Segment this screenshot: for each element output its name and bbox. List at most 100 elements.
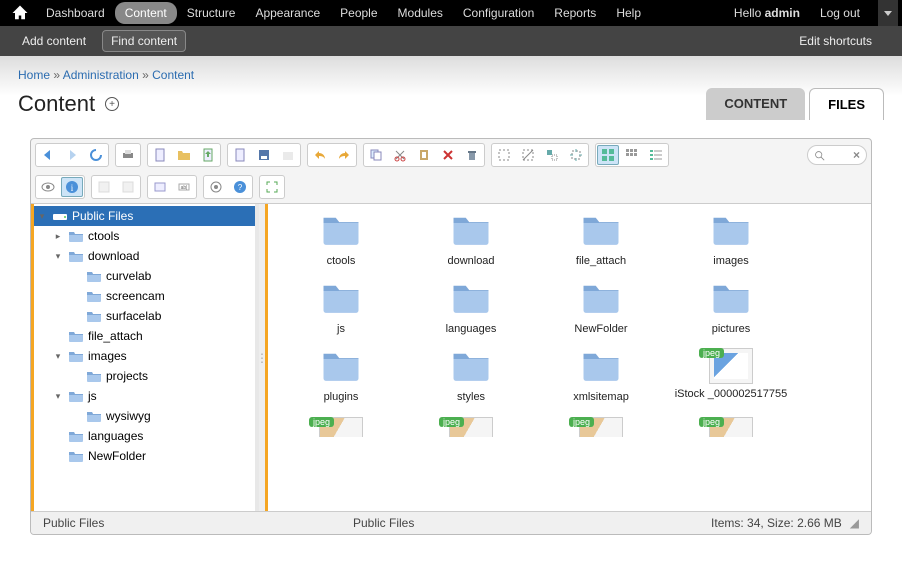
search-input[interactable] [825,149,853,161]
tab-files[interactable]: FILES [809,88,884,120]
grid-file[interactable]: jpegiStock _000002517755 [666,348,796,404]
tab-content[interactable]: CONTENT [706,88,805,120]
breadcrumb-content[interactable]: Content [152,68,194,82]
grid-folder[interactable]: styles [406,348,536,404]
folder-icon [450,280,492,316]
undo-button[interactable] [309,145,331,165]
add-content-link[interactable]: Add content [14,31,94,51]
grid-file[interactable]: jpeg [406,417,536,437]
invert-selection-button[interactable] [541,145,563,165]
menu-dashboard[interactable]: Dashboard [36,2,115,24]
grid-folder[interactable]: ctools [276,212,406,268]
menu-reports[interactable]: Reports [544,2,606,24]
fullscreen-button[interactable] [261,177,283,197]
preview-button[interactable] [37,177,59,197]
menu-content[interactable]: Content [115,2,177,24]
tree-item[interactable]: languages [34,426,255,446]
copy-button[interactable] [365,145,387,165]
tree-item[interactable]: projects [34,366,255,386]
expand-selection-button[interactable] [565,145,587,165]
archive-button[interactable] [277,145,299,165]
menu-help[interactable]: Help [606,2,651,24]
grid-folder[interactable]: plugins [276,348,406,404]
redo-button[interactable] [333,145,355,165]
grid-folder[interactable]: download [406,212,536,268]
image-edit-button[interactable] [93,177,115,197]
save-button[interactable] [253,145,275,165]
open-button[interactable] [229,145,251,165]
grid-folder[interactable]: languages [406,280,536,336]
select-all-button[interactable] [493,145,515,165]
grid-folder[interactable]: file_attach [536,212,666,268]
new-folder-button[interactable] [173,145,195,165]
breadcrumb-admin[interactable]: Administration [63,68,139,82]
view-large-icons-button[interactable] [597,145,619,165]
rename-button[interactable]: ab| [173,177,195,197]
grid-file[interactable]: jpeg [276,417,406,437]
tree-item[interactable]: ▾js [34,386,255,406]
grid-folder[interactable]: pictures [666,280,796,336]
shortcuts-toggle-icon[interactable] [878,0,898,26]
menu-configuration[interactable]: Configuration [453,2,544,24]
settings-button[interactable] [205,177,227,197]
tree-item[interactable]: wysiwyg [34,406,255,426]
tree-item[interactable]: ▾images [34,346,255,366]
menu-structure[interactable]: Structure [177,2,246,24]
upload-button[interactable] [197,145,219,165]
filetype-badge: jpeg [699,417,724,427]
properties-button[interactable] [149,177,171,197]
toggle-icon[interactable]: ▾ [52,391,64,402]
tree-label: curvelab [106,269,151,283]
grid-folder[interactable]: js [276,280,406,336]
trash-button[interactable] [461,145,483,165]
forward-button[interactable] [61,145,83,165]
toggle-icon[interactable]: ▸ [52,231,64,242]
select-none-button[interactable] [517,145,539,165]
tree-item[interactable]: ▾download [34,246,255,266]
folder-icon [68,329,84,343]
print-button[interactable] [117,145,139,165]
resize-grip-icon[interactable]: ◢ [850,516,859,530]
tree-item[interactable]: surfacelab [34,306,255,326]
menu-modules[interactable]: Modules [388,2,453,24]
logout-link[interactable]: Log out [810,2,870,24]
grid-file[interactable]: jpeg [536,417,666,437]
grid-folder[interactable]: xmlsitemap [536,348,666,404]
tree-item[interactable]: screencam [34,286,255,306]
folder-icon [68,389,84,403]
help-button[interactable]: ? [229,177,251,197]
tree-item[interactable]: curvelab [34,266,255,286]
view-list-button[interactable] [645,145,667,165]
grid-folder[interactable]: NewFolder [536,280,666,336]
delete-button[interactable] [437,145,459,165]
cut-button[interactable] [389,145,411,165]
menu-appearance[interactable]: Appearance [245,2,330,24]
breadcrumb-home[interactable]: Home [18,68,50,82]
item-label: iStock _000002517755 [666,388,796,401]
crop-button[interactable] [117,177,139,197]
add-icon[interactable]: + [105,97,119,111]
home-icon[interactable] [10,3,30,23]
search-box[interactable]: × [807,145,867,165]
tree-item[interactable]: ▸ctools [34,226,255,246]
folder-tree[interactable]: ▾ Public Files ▸ctools▾download curvelab s… [31,204,259,511]
tree-item[interactable]: file_attach [34,326,255,346]
edit-shortcuts-link[interactable]: Edit shortcuts [791,31,880,51]
find-content-link[interactable]: Find content [102,30,186,52]
info-button[interactable]: i [61,177,83,197]
paste-button[interactable] [413,145,435,165]
grid-folder[interactable]: images [666,212,796,268]
menu-people[interactable]: People [330,2,387,24]
files-grid-pane[interactable]: ctoolsdownloadfile_attachimages jslanguag… [265,204,871,511]
new-file-button[interactable] [149,145,171,165]
toggle-icon[interactable]: ▾ [52,351,64,362]
collapse-icon[interactable]: ▾ [36,211,48,222]
toggle-icon[interactable]: ▾ [52,251,64,262]
view-small-icons-button[interactable] [621,145,643,165]
tree-root-item[interactable]: ▾ Public Files [34,206,255,226]
tree-item[interactable]: NewFolder [34,446,255,466]
grid-file[interactable]: jpeg [666,417,796,437]
search-clear-icon[interactable]: × [853,148,860,162]
back-button[interactable] [37,145,59,165]
reload-button[interactable] [85,145,107,165]
